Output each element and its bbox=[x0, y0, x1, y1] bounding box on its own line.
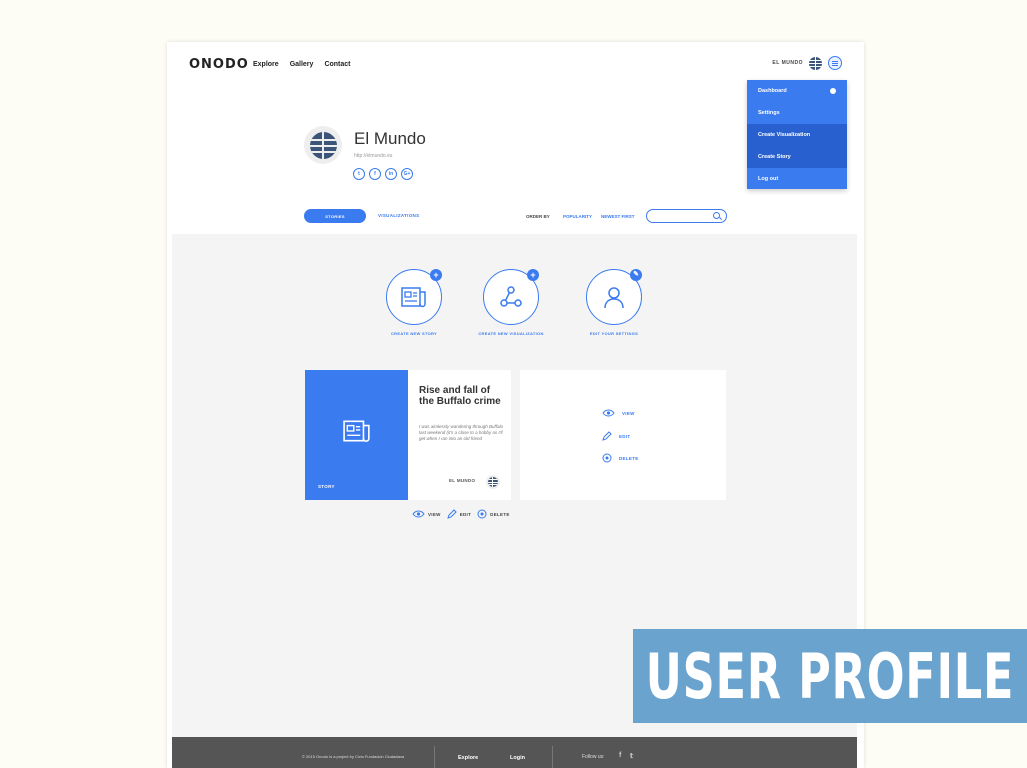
pencil-badge-icon: ✎ bbox=[630, 269, 642, 281]
main-nav: Explore Gallery Contact bbox=[253, 61, 351, 68]
nav-contact[interactable]: Contact bbox=[324, 61, 350, 68]
profile-url[interactable]: http://elmundo.es bbox=[354, 153, 392, 159]
tab-stories[interactable]: STORIES bbox=[304, 209, 366, 223]
plus-icon: + bbox=[527, 269, 539, 281]
newspaper-icon bbox=[401, 287, 426, 308]
pencil-icon bbox=[602, 431, 612, 441]
edit-your-settings-action[interactable]: ✎ EDIT YOUR SETTINGS bbox=[574, 269, 654, 336]
menu-button[interactable] bbox=[828, 56, 842, 70]
edit-button[interactable]: EDIT bbox=[446, 509, 472, 519]
story-card-actions: VIEW EDIT DELETE bbox=[412, 509, 510, 519]
view-label: VIEW bbox=[428, 511, 441, 517]
hamburger-icon bbox=[832, 60, 838, 66]
eye-icon bbox=[602, 409, 615, 417]
username-label[interactable]: EL MUNDO bbox=[772, 60, 803, 66]
footer-copyright: © 2015 Onodo is a project by Civio Funda… bbox=[302, 754, 405, 759]
menu-item-label: Create Story bbox=[758, 154, 791, 160]
create-new-visualization-action[interactable]: + CREATE NEW VISUALIZATION bbox=[471, 269, 551, 336]
footer-divider bbox=[434, 746, 435, 768]
menu-item-dashboard[interactable]: Dashboard bbox=[747, 80, 847, 102]
menu-item-label: Create Visualization bbox=[758, 132, 811, 138]
footer-divider bbox=[552, 746, 553, 768]
profile-header: El Mundo http://elmundo.es t f in G+ bbox=[304, 126, 564, 186]
profile-name: El Mundo bbox=[354, 129, 426, 148]
order-by-label: ORDER BY bbox=[526, 214, 550, 219]
globe-icon bbox=[488, 477, 498, 487]
facebook-icon[interactable]: f bbox=[619, 752, 621, 759]
network-icon bbox=[500, 286, 522, 307]
google-plus-icon[interactable]: G+ bbox=[401, 168, 413, 180]
user-profile-banner: USER PROFILE bbox=[633, 629, 1027, 723]
delete-label: DELETE bbox=[619, 455, 639, 461]
menu-item-label: Settings bbox=[758, 110, 780, 116]
footer-follow-label: Follow us: bbox=[582, 754, 605, 760]
search-input[interactable] bbox=[646, 209, 727, 223]
action-circle[interactable]: + bbox=[386, 269, 442, 325]
nav-explore[interactable]: Explore bbox=[253, 61, 279, 68]
story-title[interactable]: Rise and fall of the Buffalo crime bbox=[419, 385, 504, 407]
menu-item-settings[interactable]: Settings bbox=[747, 102, 847, 124]
story-type-label: STORY bbox=[318, 484, 335, 489]
pencil-icon bbox=[446, 509, 457, 519]
story-source: EL MUNDO bbox=[449, 478, 476, 483]
story-excerpt: I was aimlessly wandering through Buffal… bbox=[419, 424, 504, 441]
site-footer: © 2015 Onodo is a project by Civio Funda… bbox=[172, 737, 857, 768]
story-card[interactable]: STORY Rise and fall of the Buffalo crime… bbox=[305, 370, 511, 500]
eye-icon bbox=[412, 510, 425, 518]
story-card-cover[interactable]: STORY bbox=[305, 370, 408, 500]
menu-item-logout[interactable]: Log out bbox=[747, 168, 847, 190]
action-label: CREATE NEW VISUALIZATION bbox=[478, 331, 544, 336]
social-links: t f in G+ bbox=[353, 168, 413, 180]
story-hover-overlay: VIEW EDIT DELETE bbox=[520, 370, 726, 500]
notification-badge-icon bbox=[830, 88, 836, 94]
sort-popularity[interactable]: POPULARITY bbox=[563, 214, 592, 219]
action-label: CREATE NEW STORY bbox=[390, 331, 438, 336]
delete-label: DELETE bbox=[490, 511, 510, 517]
linkedin-icon[interactable]: in bbox=[385, 168, 397, 180]
create-new-story-action[interactable]: + CREATE NEW STORY bbox=[374, 269, 454, 336]
overlay-view-button[interactable]: VIEW bbox=[602, 409, 635, 417]
avatar bbox=[304, 126, 342, 164]
overlay-delete-button[interactable]: DELETE bbox=[602, 453, 639, 463]
edit-label: EDIT bbox=[619, 433, 631, 439]
facebook-icon[interactable]: f bbox=[369, 168, 381, 180]
action-circle[interactable]: ✎ bbox=[586, 269, 642, 325]
delete-button[interactable]: DELETE bbox=[477, 509, 510, 519]
user-icon bbox=[604, 287, 624, 309]
overlay-edit-button[interactable]: EDIT bbox=[602, 431, 630, 441]
logo-text: ONODO bbox=[189, 56, 249, 72]
footer-login-link[interactable]: Login bbox=[510, 755, 525, 761]
twitter-icon[interactable]: 𝕥 bbox=[630, 752, 633, 760]
banner-title: USER PROFILE bbox=[645, 639, 1015, 713]
view-button[interactable]: VIEW bbox=[412, 510, 441, 518]
plus-icon: + bbox=[430, 269, 442, 281]
menu-item-create-visualization[interactable]: Create Visualization bbox=[747, 124, 847, 146]
sort-newest-first[interactable]: NEWEST FIRST bbox=[601, 214, 635, 219]
delete-icon bbox=[477, 509, 487, 519]
search-icon[interactable] bbox=[713, 212, 720, 219]
globe-icon[interactable] bbox=[809, 56, 822, 70]
menu-item-create-story[interactable]: Create Story bbox=[747, 146, 847, 168]
menu-item-label: Dashboard bbox=[758, 88, 787, 94]
onodo-logo[interactable]: ONODO bbox=[189, 55, 249, 73]
action-circle[interactable]: + bbox=[483, 269, 539, 325]
view-label: VIEW bbox=[622, 410, 635, 416]
newspaper-icon bbox=[343, 420, 370, 442]
user-dropdown-menu: Dashboard Settings Create Visualization … bbox=[747, 80, 847, 189]
nav-gallery[interactable]: Gallery bbox=[290, 61, 314, 68]
content-tabs-bar: STORIES VISUALIZATIONS ORDER BY POPULARI… bbox=[304, 209, 728, 223]
source-avatar bbox=[486, 475, 500, 489]
tab-visualizations[interactable]: VISUALIZATIONS bbox=[378, 213, 419, 218]
menu-item-label: Log out bbox=[758, 176, 779, 182]
action-label: EDIT YOUR SETTINGS bbox=[589, 331, 639, 336]
globe-avatar-icon bbox=[309, 131, 337, 159]
user-area: EL MUNDO bbox=[772, 56, 842, 70]
twitter-icon[interactable]: t bbox=[353, 168, 365, 180]
delete-icon bbox=[602, 453, 612, 463]
footer-explore-link[interactable]: Explore bbox=[458, 755, 478, 761]
edit-label: EDIT bbox=[459, 511, 472, 517]
